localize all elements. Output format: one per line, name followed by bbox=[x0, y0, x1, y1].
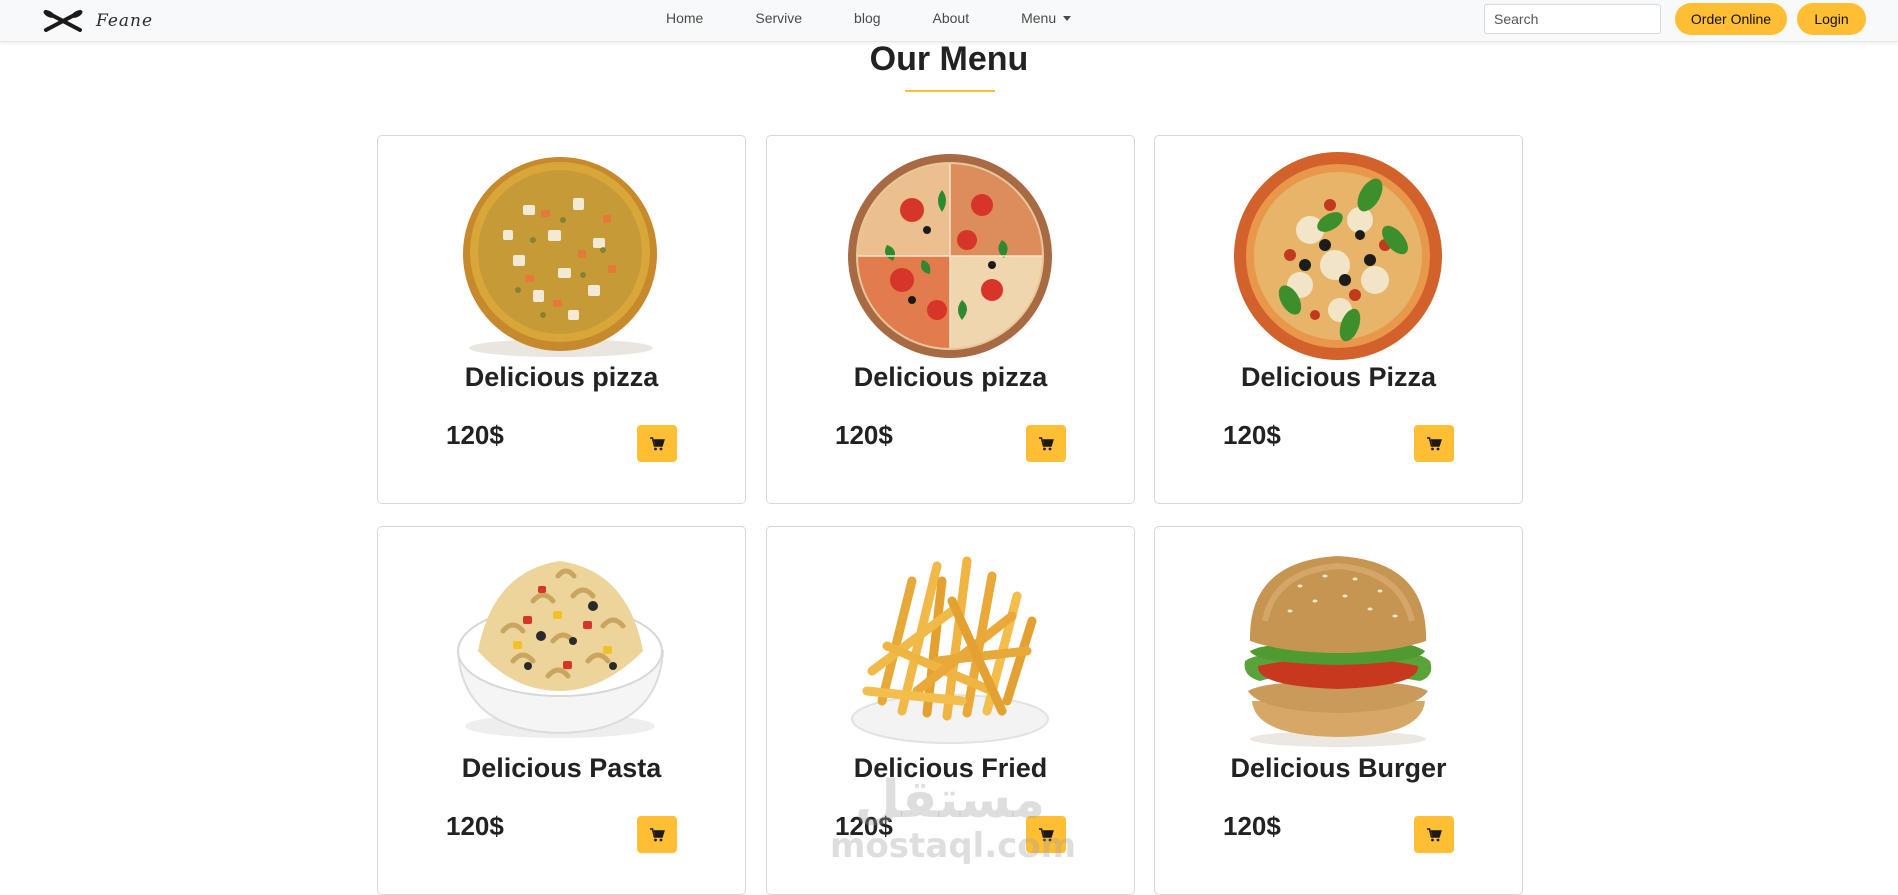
menu-item-price: 120$ bbox=[1223, 420, 1281, 450]
menu-item-name: Delicious Pizza bbox=[1240, 362, 1437, 392]
menu-item-name: Delicious pizza bbox=[464, 362, 659, 392]
nav-link-menu-label: Menu bbox=[1021, 10, 1057, 26]
burger-image bbox=[1244, 556, 1432, 747]
menu-card: Delicious Pasta 120$ bbox=[377, 526, 746, 895]
search-input[interactable] bbox=[1484, 4, 1661, 34]
navbar: Feane Home Servive blog About Menu Order… bbox=[0, 0, 1898, 42]
pizza-basil-olives-image bbox=[1234, 152, 1442, 360]
nav-link-about[interactable]: About bbox=[907, 10, 996, 26]
cart-icon bbox=[1039, 436, 1054, 450]
menu-card: Delicious Pizza 120$ bbox=[1154, 135, 1523, 504]
pasta-bowl-image bbox=[456, 561, 665, 738]
nav-link-menu-dropdown[interactable]: Menu bbox=[995, 10, 1097, 26]
caret-down-icon bbox=[1063, 16, 1072, 21]
menu-item-name: Delicious Burger bbox=[1230, 753, 1447, 783]
menu-item-name: Delicious Pasta bbox=[461, 753, 662, 783]
pizza-shrimp-image bbox=[463, 157, 657, 357]
french-fries-image bbox=[851, 556, 1049, 744]
menu-card: Delicious Burger 120$ bbox=[1154, 526, 1523, 895]
add-to-cart-button[interactable] bbox=[637, 425, 677, 462]
menu-card: Delicious pizza 120$ bbox=[766, 135, 1135, 504]
order-online-button[interactable]: Order Online bbox=[1675, 3, 1787, 35]
cart-icon bbox=[650, 436, 665, 450]
cart-icon bbox=[1427, 827, 1442, 841]
nav-link-home[interactable]: Home bbox=[640, 10, 729, 26]
section-title: Our Menu bbox=[869, 40, 1029, 78]
title-underline bbox=[905, 90, 995, 92]
nav-link-servive[interactable]: Servive bbox=[729, 10, 828, 26]
nav-links: Home Servive blog About Menu bbox=[640, 0, 1097, 36]
menu-item-price: 120$ bbox=[446, 420, 504, 450]
nav-link-blog[interactable]: blog bbox=[828, 10, 906, 26]
cart-icon bbox=[1427, 436, 1442, 450]
brand-name: Feane bbox=[96, 11, 154, 31]
menu-item-price: 120$ bbox=[835, 420, 893, 450]
menu-item-price: 120$ bbox=[835, 811, 893, 841]
add-to-cart-button[interactable] bbox=[1026, 425, 1066, 462]
menu-item-name: Delicious pizza bbox=[853, 362, 1048, 392]
menu-card: Delicious pizza 120$ bbox=[377, 135, 746, 504]
add-to-cart-button[interactable] bbox=[1414, 816, 1454, 853]
pizza-slices-image bbox=[848, 154, 1052, 358]
menu-item-price: 120$ bbox=[1223, 811, 1281, 841]
fork-knife-icon bbox=[43, 10, 83, 32]
add-to-cart-button[interactable] bbox=[1026, 816, 1066, 853]
cart-icon bbox=[1039, 827, 1054, 841]
add-to-cart-button[interactable] bbox=[637, 816, 677, 853]
brand[interactable]: Feane bbox=[42, 6, 153, 36]
menu-item-price: 120$ bbox=[446, 811, 504, 841]
menu-card: Delicious Fried 120$ bbox=[766, 526, 1135, 895]
login-button[interactable]: Login bbox=[1797, 3, 1866, 35]
add-to-cart-button[interactable] bbox=[1414, 425, 1454, 462]
menu-item-name: Delicious Fried bbox=[853, 753, 1048, 783]
cart-icon bbox=[650, 827, 665, 841]
